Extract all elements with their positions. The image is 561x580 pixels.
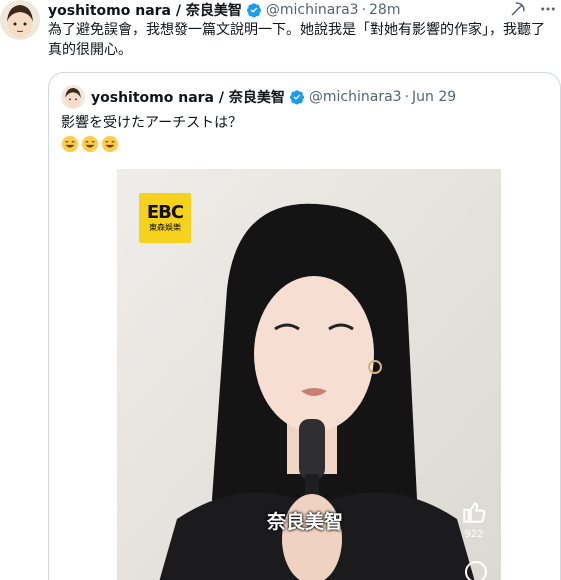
tweet-actions-top	[509, 0, 557, 18]
tweet: yoshitomo nara / 奈良美智 @michinara3 · 28m …	[0, 0, 561, 580]
author-handle[interactable]: @michinara3	[266, 2, 359, 18]
verified-badge-icon	[246, 3, 261, 18]
tweet-time[interactable]: 28m	[369, 2, 400, 18]
quoted-text-block: 影響を受けたアーチストは？	[61, 113, 242, 159]
tweet-header: yoshitomo nara / 奈良美智 @michinara3 · 28m	[48, 0, 400, 20]
tweet-text: 為了避免誤會，我想發一篇文說明一下。她說我是「對她有影響的作家」，我聽了真的很開…	[48, 22, 545, 58]
comment-icon[interactable]	[465, 561, 487, 580]
logo-subtext: 東森娛樂	[149, 223, 181, 232]
quoted-avatar	[61, 85, 85, 109]
like-count: 922	[464, 529, 484, 540]
quoted-author-name: yoshitomo nara / 奈良美智	[91, 90, 285, 106]
dot-separator: ·	[361, 2, 367, 18]
grok-icon[interactable]	[509, 0, 527, 18]
grinning-emoji-icon	[61, 135, 79, 153]
grinning-emoji-icon	[101, 135, 119, 153]
quoted-tweet[interactable]: yoshitomo nara / 奈良美智 @michinara3 · Jun …	[48, 72, 561, 580]
author-avatar[interactable]	[0, 0, 40, 40]
grinning-emoji-icon	[81, 135, 99, 153]
author-name[interactable]: yoshitomo nara / 奈良美智	[48, 0, 242, 20]
quoted-handle: @michinara3	[308, 89, 402, 105]
video-caption: 奈良美智	[267, 511, 344, 533]
quoted-header: yoshitomo nara / 奈良美智 @michinara3 · Jun …	[61, 85, 456, 109]
quoted-date: Jun 29	[412, 89, 457, 105]
thumbs-up-icon	[463, 501, 486, 523]
quoted-text: 影響を受けたアーチストは？	[61, 115, 243, 131]
ebc-logo: EBC 東森娛樂	[139, 193, 191, 243]
dot-separator: ·	[404, 89, 410, 105]
logo-text: EBC	[146, 202, 184, 223]
emoji-row	[61, 135, 119, 153]
like-button[interactable]: 922	[461, 499, 487, 540]
verified-badge-icon	[289, 90, 304, 105]
quoted-video[interactable]: EBC 東森娛樂 奈良美智 922	[117, 169, 501, 580]
more-icon[interactable]	[539, 0, 557, 18]
